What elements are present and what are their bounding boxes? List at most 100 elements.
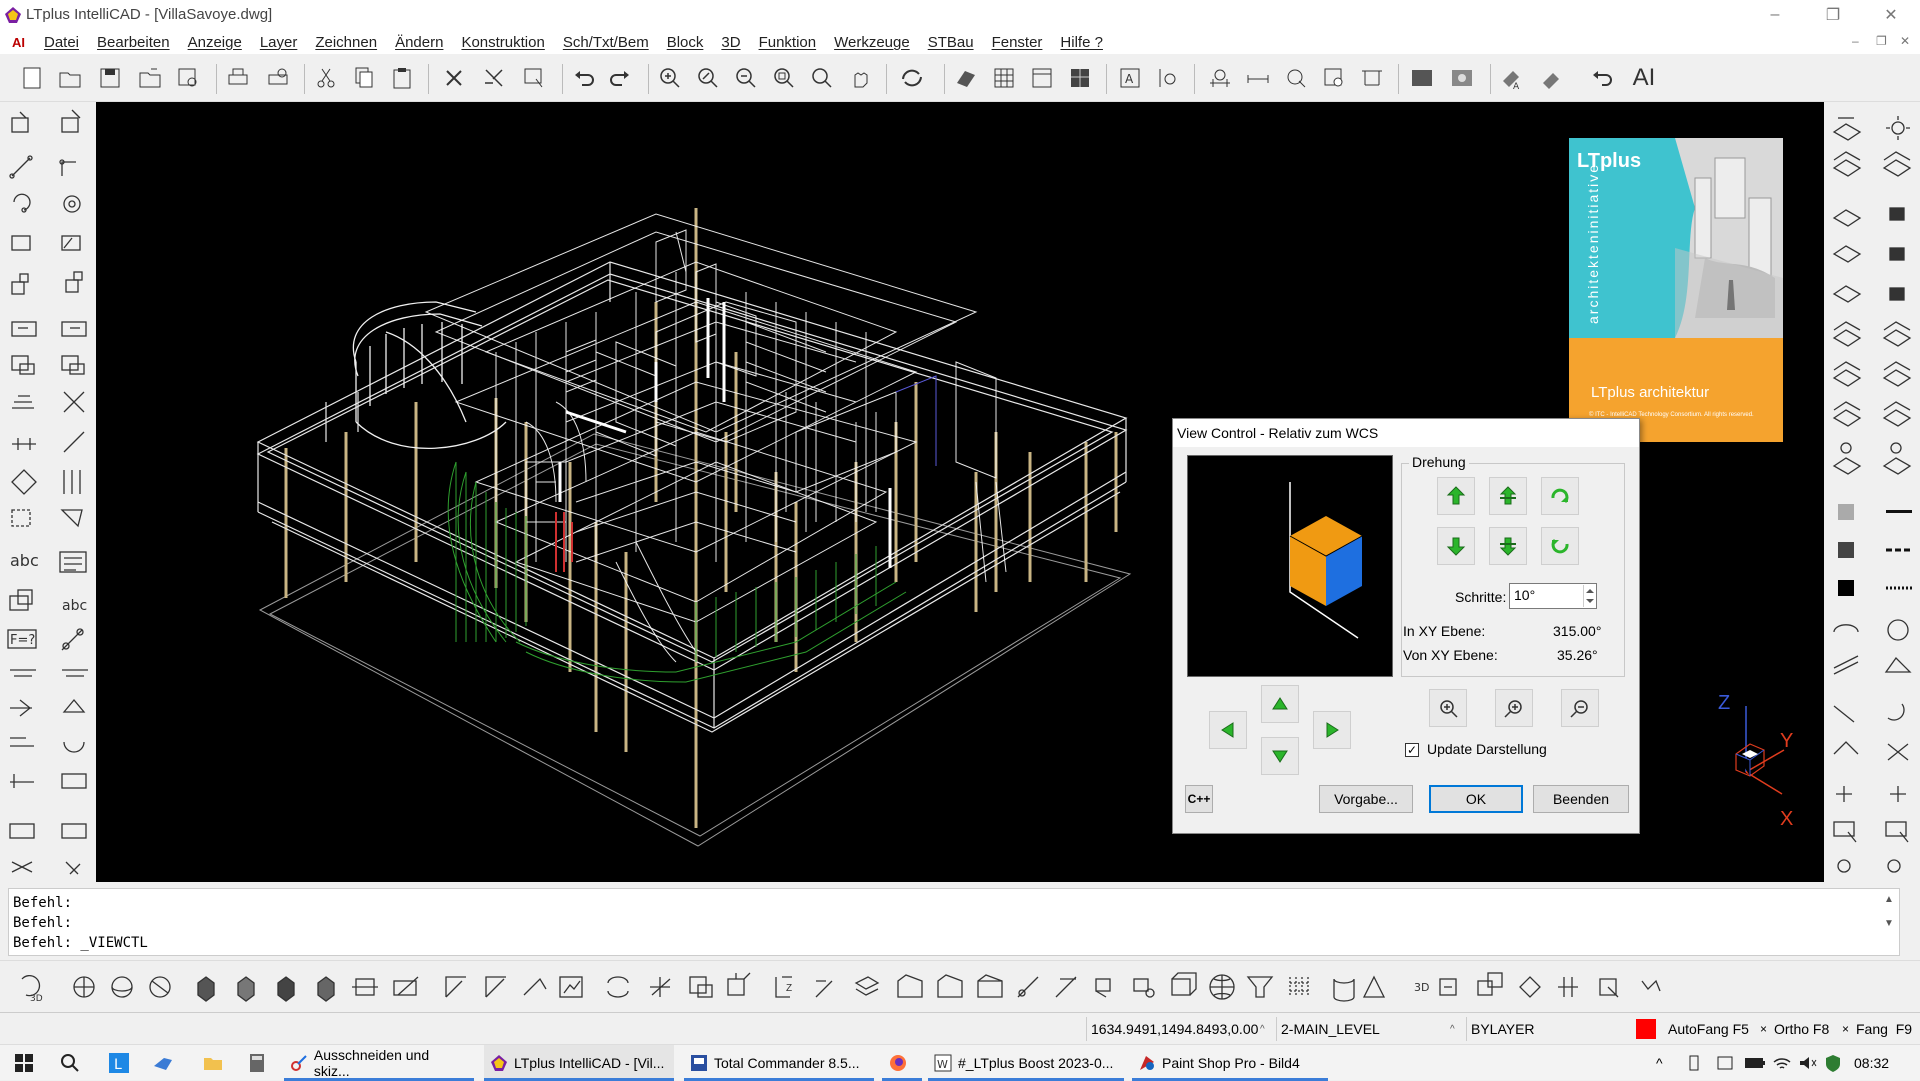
tray-usb-icon[interactable] [1680, 1045, 1708, 1081]
menu-fenster[interactable]: Fenster [983, 34, 1052, 51]
render-icon[interactable] [1446, 62, 1478, 94]
autofang-toggle[interactable]: AutoFang F5 [1664, 1017, 1762, 1041]
find-text-icon[interactable] [1152, 62, 1184, 94]
rotate-up-button[interactable] [1437, 477, 1475, 515]
select-window-icon[interactable] [518, 62, 550, 94]
rotate-left-tilt-button[interactable] [1489, 477, 1527, 515]
command-scroll-down-icon[interactable]: ▼ [1884, 918, 1894, 929]
menu-funktion[interactable]: Funktion [750, 34, 826, 51]
taskbar-calculator[interactable] [240, 1045, 274, 1081]
pan-icon[interactable] [844, 62, 876, 94]
close-button[interactable]: ✕ [1862, 0, 1920, 30]
draw-tools-icons[interactable]: abc abc F=? [0, 102, 96, 882]
paint-brush-icon[interactable] [1536, 62, 1568, 94]
menu-anzeige[interactable]: Anzeige [179, 34, 251, 51]
taskbar-ltplus-pin[interactable]: L [102, 1045, 136, 1081]
new-file-icon[interactable] [16, 62, 48, 94]
rotate-ccw-button[interactable] [1541, 527, 1579, 565]
start-button[interactable] [8, 1045, 40, 1081]
ai-menu-icon[interactable]: AI [12, 35, 25, 50]
ucs-undo-icon[interactable] [1586, 62, 1618, 94]
cpp-button[interactable]: C++ [1185, 785, 1213, 813]
command-scroll-up-icon[interactable]: ▲ [1884, 894, 1894, 905]
zoom-realtime-icon[interactable] [692, 62, 724, 94]
regen-icon[interactable] [896, 62, 928, 94]
cut-icon[interactable] [310, 62, 342, 94]
inquiry-icon[interactable] [1280, 62, 1312, 94]
rotate-right-tilt-button[interactable] [1489, 527, 1527, 565]
menu-werkzeuge[interactable]: Werkzeuge [825, 34, 919, 51]
tray-chevron-icon[interactable]: ^ [1650, 1045, 1669, 1081]
task-snipping[interactable]: Ausschneiden und skiz... [284, 1045, 474, 1081]
delete-icon[interactable] [438, 62, 470, 94]
task-word-ltplus-boost[interactable]: W #_LTplus Boost 2023-0... [928, 1045, 1124, 1081]
measure-icon[interactable] [1204, 62, 1236, 94]
layer-caret-icon[interactable]: ^ [1450, 1017, 1460, 1041]
tray-window-icon[interactable] [1710, 1045, 1740, 1081]
menu-block[interactable]: Block [658, 34, 713, 51]
menu-aendern[interactable]: Ändern [386, 34, 452, 51]
print-preview-icon[interactable] [262, 62, 294, 94]
print-icon[interactable] [222, 62, 254, 94]
3d-tools-icons[interactable]: 3D Z 3D [0, 961, 1700, 1011]
zoom-in-icon[interactable] [654, 62, 686, 94]
coords-caret-icon[interactable]: ^ [1260, 1017, 1270, 1041]
text-edit-icon[interactable]: A [1114, 62, 1146, 94]
menu-konstruktion[interactable]: Konstruktion [452, 34, 553, 51]
menu-layer[interactable]: Layer [251, 34, 307, 51]
task-firefox[interactable] [882, 1045, 922, 1081]
undo-icon[interactable] [568, 62, 600, 94]
list-icon[interactable] [1318, 62, 1350, 94]
match-properties-icon[interactable]: A [1496, 62, 1528, 94]
fang-toggle[interactable]: Fang F9 [1856, 1017, 1920, 1041]
mdi-minimize-button[interactable]: – [1852, 34, 1859, 48]
clock[interactable]: 08:32 [1848, 1045, 1895, 1081]
save-icon[interactable] [94, 62, 126, 94]
zoom-out-button[interactable] [1561, 689, 1599, 727]
schritte-spinner[interactable] [1583, 585, 1595, 607]
minimize-button[interactable]: – [1746, 0, 1804, 30]
copy-icon[interactable] [348, 62, 380, 94]
paste-icon[interactable] [386, 62, 418, 94]
ai-assistant-button[interactable]: AI [1628, 62, 1660, 94]
save-as-icon[interactable] [134, 62, 166, 94]
beenden-button[interactable]: Beenden [1533, 785, 1629, 813]
menu-bearbeiten[interactable]: Bearbeiten [88, 34, 179, 51]
zoom-in-button[interactable] [1495, 689, 1533, 727]
task-paint-shop-pro[interactable]: Paint Shop Pro - Bild4 [1132, 1045, 1328, 1081]
current-color-swatch[interactable] [1636, 1017, 1658, 1041]
command-line[interactable]: Befehl: Befehl: Befehl: _VIEWCTL [8, 888, 1900, 956]
save-search-icon[interactable] [172, 62, 204, 94]
design-center-icon[interactable] [1026, 62, 1058, 94]
zoom-extents-icon[interactable] [806, 62, 838, 94]
search-button[interactable] [54, 1045, 86, 1081]
zoom-window-icon[interactable] [768, 62, 800, 94]
layer-tools-icons[interactable] [1824, 102, 1920, 882]
task-ltplus-intellicad[interactable]: LTplus IntelliCAD - [Vil... [484, 1045, 674, 1081]
tray-security-icon[interactable] [1818, 1045, 1848, 1081]
shade-icon[interactable] [1406, 62, 1438, 94]
pan-up-button[interactable] [1261, 685, 1299, 723]
properties-icon[interactable] [950, 62, 982, 94]
ok-button[interactable]: OK [1429, 785, 1523, 813]
rotate-down-button[interactable] [1437, 527, 1475, 565]
zoom-out-icon[interactable] [730, 62, 762, 94]
zoom-pan-button[interactable] [1429, 689, 1467, 727]
menu-sch-txt-bem[interactable]: Sch/Txt/Bem [554, 34, 658, 51]
taskbar-explorer[interactable] [196, 1045, 230, 1081]
area-icon[interactable] [1356, 62, 1388, 94]
pan-right-button[interactable] [1313, 711, 1351, 749]
menu-hilfe[interactable]: Hilfe ? [1051, 34, 1112, 51]
mdi-close-button[interactable]: ✕ [1900, 34, 1910, 48]
rotate-cw-button[interactable] [1541, 477, 1579, 515]
current-linetype[interactable]: BYLAYER [1466, 1017, 1632, 1041]
vorgabe-button[interactable]: Vorgabe... [1319, 785, 1413, 813]
block-table-icon[interactable] [1064, 62, 1096, 94]
dist-icon[interactable] [1242, 62, 1274, 94]
taskbar-pin-2[interactable] [146, 1045, 180, 1081]
restore-button[interactable]: ❐ [1804, 0, 1862, 30]
menu-zeichnen[interactable]: Zeichnen [306, 34, 386, 51]
menu-3d[interactable]: 3D [712, 34, 749, 51]
layer-manager-icon[interactable] [988, 62, 1020, 94]
open-file-icon[interactable] [54, 62, 86, 94]
